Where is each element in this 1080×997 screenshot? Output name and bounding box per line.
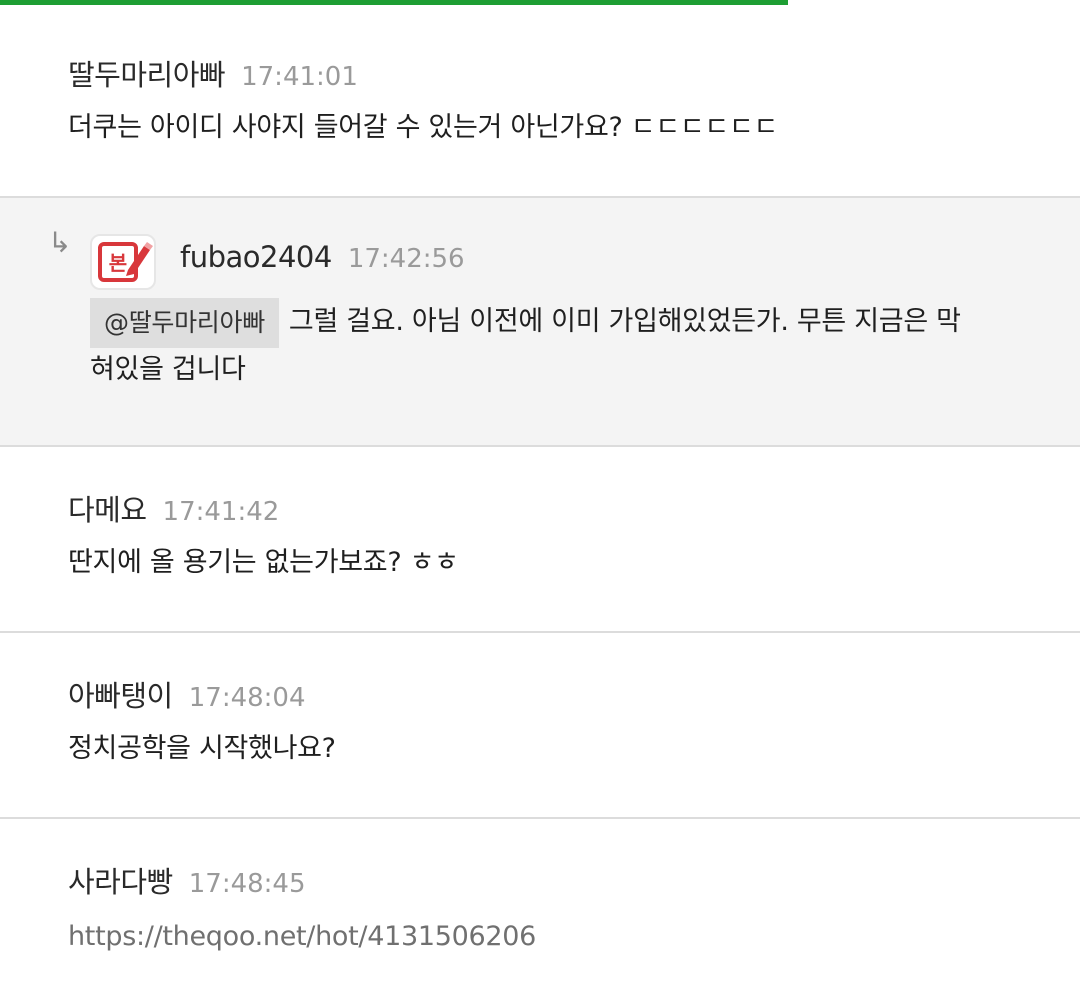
- comment-text: 딴지에 올 용기는 없는가보죠? ㅎㅎ: [68, 547, 459, 578]
- pencil-badge-icon: 본: [98, 242, 153, 282]
- comment-time: 17:48:45: [188, 869, 306, 899]
- comment-author[interactable]: 사라다빵: [68, 859, 173, 901]
- comment-text-continued: 혀있을 겁니다: [90, 354, 246, 385]
- comment-item: 딸두마리아빠 17:41:01 더쿠는 아이디 사야지 들어갈 수 있는거 아닌…: [0, 0, 1080, 198]
- comment-text: 정치공학을 시작했나요?: [68, 733, 336, 764]
- comment-item: 사라다빵 17:48:45 https://theqoo.net/hot/413…: [0, 819, 1080, 997]
- comment-header: 아빠탱이 17:48:04: [68, 673, 306, 715]
- comment-time: 17:42:56: [347, 244, 465, 274]
- comment-item: 아빠탱이 17:48:04 정치공학을 시작했나요?: [0, 633, 1080, 819]
- comment-text-line: 그럴 걸요. 아님 이전에 이미 가입해있었든가. 무튼 지금은 막: [288, 306, 961, 337]
- comment-header: 다메요 17:41:42: [68, 487, 279, 529]
- comment-author[interactable]: 딸두마리아빠: [68, 52, 226, 94]
- comment-link[interactable]: https://theqoo.net/hot/4131506206: [68, 913, 1028, 961]
- comment-item: 다메요 17:41:42 딴지에 올 용기는 없는가보죠? ㅎㅎ: [0, 447, 1080, 633]
- comment-time: 17:41:01: [241, 62, 358, 92]
- comment-header: 사라다빵 17:48:45: [68, 859, 306, 901]
- comment-author[interactable]: 아빠탱이: [68, 673, 173, 715]
- comment-time: 17:41:42: [162, 497, 280, 527]
- comment-author[interactable]: 다메요: [68, 487, 147, 529]
- comment-time: 17:48:04: [188, 683, 306, 713]
- avatar[interactable]: 본: [90, 234, 156, 290]
- svg-text:본: 본: [109, 251, 127, 275]
- comment-header: fubao2404 17:42:56: [180, 240, 465, 274]
- comment-text: @딸두마리아빠 그럴 걸요. 아님 이전에 이미 가입해있었든가. 무튼 지금은 …: [90, 298, 1040, 348]
- reply-arrow-icon: ↳: [48, 226, 72, 259]
- reply-comment-item: ↳ 본 fubao2404 17:42:56 @딸두마리아빠 그럴 걸요. 아님 …: [0, 198, 1080, 447]
- comment-author[interactable]: fubao2404: [180, 240, 332, 274]
- comment-header: 딸두마리아빠 17:41:01: [68, 52, 358, 94]
- comment-text: 더쿠는 아이디 사야지 들어갈 수 있는거 아닌가요? ㄷㄷㄷㄷㄷㄷ: [68, 112, 779, 143]
- mention-tag[interactable]: @딸두마리아빠: [90, 298, 279, 348]
